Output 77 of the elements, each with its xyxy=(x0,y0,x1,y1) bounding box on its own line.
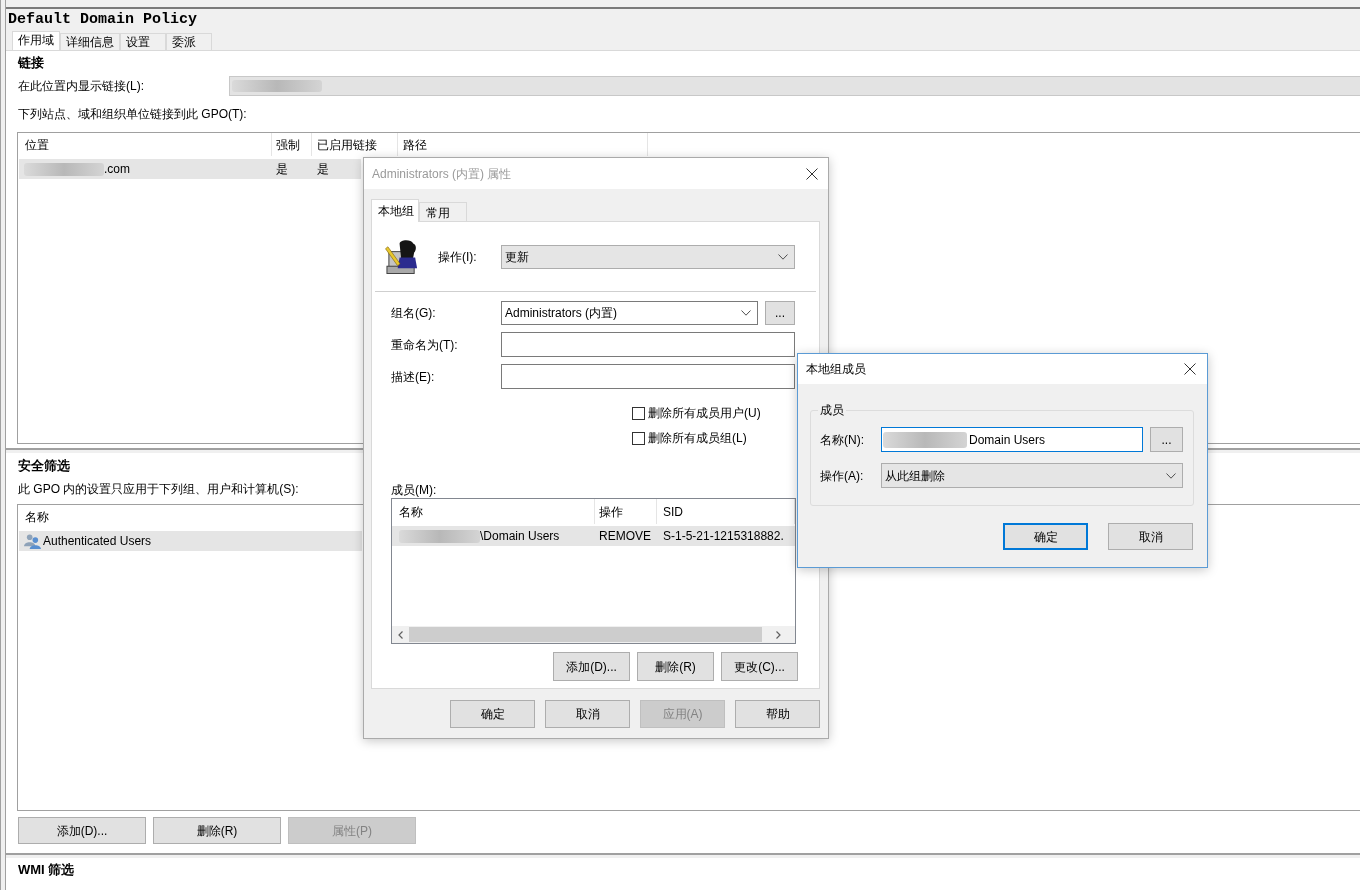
member-action-text: REMOVE xyxy=(599,528,651,544)
tab[interactable]: 详细信息 xyxy=(60,33,120,50)
column-header[interactable]: 已启用链接 xyxy=(312,133,398,156)
scrollbar-thumb[interactable] xyxy=(409,627,762,642)
section-heading: 安全筛选 xyxy=(18,458,70,473)
tab[interactable]: 作用域 xyxy=(12,31,60,50)
link-enabled-text: 是 xyxy=(317,161,329,177)
tab[interactable]: 常用 xyxy=(419,202,467,222)
field-label: 重命名为(T): xyxy=(391,337,458,352)
column-header[interactable]: 路径 xyxy=(398,133,648,156)
column-header[interactable]: 操作 xyxy=(595,499,657,524)
tab[interactable]: 本地组 xyxy=(371,199,419,222)
column-header[interactable]: 位置 xyxy=(18,133,272,156)
tab[interactable]: 委派 xyxy=(166,33,212,50)
action-button[interactable]: 帮助 xyxy=(735,700,820,728)
dropdown[interactable]: 从此组删除 xyxy=(881,463,1183,488)
checkbox[interactable] xyxy=(632,431,645,445)
action-button[interactable]: 取消 xyxy=(1108,523,1193,550)
list-box[interactable]: 名称 操作 SID \Domain Users REMOVE S-1-5-21-1215318882. xyxy=(391,498,796,644)
column-header[interactable]: 强制 xyxy=(272,133,312,156)
field-label: 在此位置内显示链接(L): xyxy=(18,79,144,93)
dropdown[interactable]: 更新 xyxy=(501,244,795,269)
action-button[interactable]: 添加(D)... xyxy=(553,652,630,681)
close-icon xyxy=(806,167,818,180)
column-header[interactable]: 名称 xyxy=(392,499,595,524)
checkbox-label: 删除所有成员用户(U) xyxy=(648,405,761,421)
group-label: 成员 xyxy=(818,402,846,418)
input-field[interactable] xyxy=(501,364,795,389)
tab[interactable]: 设置 xyxy=(120,33,166,50)
action-button[interactable]: 删除(R) xyxy=(637,652,714,681)
user-group-icon xyxy=(24,533,41,549)
field-label: 组名(G): xyxy=(391,306,436,320)
chevron-down-icon xyxy=(778,253,788,260)
action-button[interactable]: 删除(R) xyxy=(153,817,281,844)
input-field[interactable] xyxy=(501,332,795,357)
field-label: 名称(N): xyxy=(820,432,864,447)
dialog-title: Administrators (内置) 属性 xyxy=(372,165,512,182)
column-header[interactable]: SID xyxy=(657,499,795,524)
field-label: 成员(M): xyxy=(391,483,437,497)
section-heading: 链接 xyxy=(18,55,44,70)
browse-button[interactable]: ... xyxy=(765,301,795,325)
action-button[interactable]: 确定 xyxy=(1003,523,1088,550)
action-button[interactable]: 添加(D)... xyxy=(18,817,146,844)
dialog-title: 本地组成员 xyxy=(806,361,866,377)
sid-text: S-1-5-21-1215318882. xyxy=(663,528,784,544)
chevron-down-icon xyxy=(741,310,751,316)
location-text: .com xyxy=(104,161,130,177)
field-label: 操作(I): xyxy=(438,249,477,264)
action-button[interactable]: 确定 xyxy=(450,700,535,728)
table-row[interactable]: \Domain Users REMOVE S-1-5-21-1215318882. xyxy=(392,526,795,546)
field-label: 此 GPO 内的设置只应用于下列组、用户和计算机(S): xyxy=(18,482,299,496)
checkbox-label: 删除所有成员组(L) xyxy=(648,430,747,446)
column-header[interactable]: 名称 xyxy=(18,505,360,529)
table-row[interactable]: .com 是 是 xyxy=(19,159,361,179)
computer-user-icon xyxy=(385,239,420,274)
section-heading: WMI 筛选 xyxy=(18,862,75,877)
member-name-text: \Domain Users xyxy=(480,528,560,544)
dropdown[interactable]: Administrators (内置) xyxy=(501,301,758,325)
field-label: 操作(A): xyxy=(820,468,864,483)
field-label: 描述(E): xyxy=(391,369,435,384)
policy-title: Default Domain Policy xyxy=(8,11,198,28)
horizontal-scrollbar[interactable] xyxy=(392,626,795,643)
input-field[interactable]: Domain Users xyxy=(881,427,1143,452)
chevron-down-icon xyxy=(1166,472,1176,479)
close-icon xyxy=(1184,363,1196,375)
chevron-left-icon xyxy=(398,630,403,639)
close-button[interactable] xyxy=(1184,363,1196,375)
browse-button[interactable]: ... xyxy=(1150,427,1183,452)
checkbox[interactable] xyxy=(632,406,645,420)
field-label: 下列站点、域和组织单位链接到此 GPO(T): xyxy=(18,107,247,121)
close-button[interactable] xyxy=(806,167,818,180)
action-button[interactable]: 更改(C)... xyxy=(721,652,798,681)
chevron-right-icon xyxy=(776,630,781,639)
group-name-text: Authenticated Users xyxy=(43,533,152,549)
action-button[interactable]: 取消 xyxy=(545,700,630,728)
enforced-text: 是 xyxy=(276,161,288,177)
table-row[interactable]: Authenticated Users xyxy=(19,531,362,551)
